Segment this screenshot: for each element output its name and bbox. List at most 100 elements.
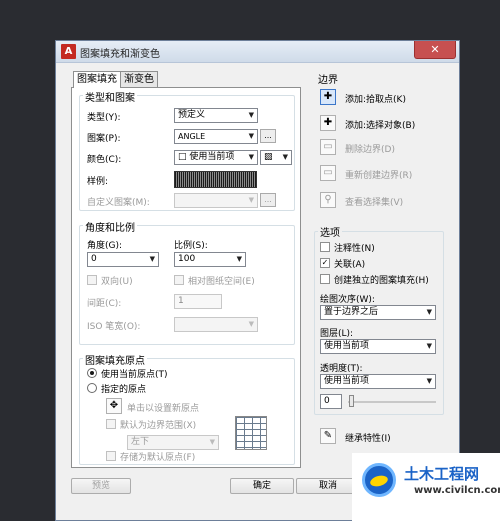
chevron-down-icon: ▼ [426,377,432,385]
add-select-objects-icon[interactable]: ✚ [320,115,336,131]
draw-order-select[interactable]: 置于边界之后 ▼ [320,305,436,320]
recreate-boundary-icon[interactable]: ▭ [320,165,336,181]
draw-order-value: 置于边界之后 [324,307,379,317]
transparency-label: 透明度(T): [320,364,363,374]
inherit-properties-label[interactable]: 继承特性(I) [345,431,391,444]
autocad-icon: A [61,44,76,59]
pattern-browse-button[interactable]: ... [260,129,276,143]
iso-pen-select[interactable]: ▼ [174,317,258,332]
layer-label: 图层(L): [320,329,354,339]
chevron-down-icon: ▼ [248,153,254,161]
relative-paper-label: 相对图纸空间(E) [188,277,255,287]
cancel-button[interactable]: 取消 [296,478,360,494]
view-selections-icon[interactable]: ⚲ [320,192,336,208]
specified-origin-label: 指定的原点 [101,385,147,395]
chevron-down-icon: ▼ [282,153,288,161]
add-pick-points-label[interactable]: 添加:拾取点(K) [345,92,406,105]
view-selections-label[interactable]: 查看选择集(V) [345,195,403,208]
add-pick-points-icon[interactable]: ✚ [320,89,336,105]
scale-label: 比例(S): [174,241,208,251]
spacing-label: 间距(C): [87,299,122,309]
chevron-down-icon: ▼ [209,438,215,446]
chevron-down-icon: ▼ [149,255,155,263]
use-current-origin-label: 使用当前原点(T) [101,370,168,380]
relative-paper-checkbox[interactable] [174,275,184,285]
scale-value: 100 [178,254,196,264]
watermark: 土木工程网 www.civilcn.com [352,453,500,521]
chevron-down-icon: ▼ [426,308,432,316]
custom-pattern-select[interactable]: ▼ [174,193,258,208]
hatch-origin-title: 图案填充原点 [83,352,147,367]
independent-hatch-label: 创建独立的图案填充(H) [334,276,429,286]
origin-position-value: 左下 [131,437,150,447]
type-value: 预定义 [178,110,206,120]
type-select[interactable]: 预定义 ▼ [174,108,258,123]
pattern-select[interactable]: ANGLE ▼ [174,129,258,144]
add-select-objects-label[interactable]: 添加:选择对象(B) [345,118,415,131]
tab-gradient[interactable]: 渐变色 [120,71,158,87]
background-color-value: ▨ [264,152,273,162]
color-value: □ 使用当前项 [178,152,235,162]
inherit-properties-icon[interactable]: ✎ [320,428,336,444]
associative-checkbox[interactable]: ✓ [320,258,330,268]
transparency-slider-track[interactable] [348,401,436,403]
type-label: 类型(Y): [87,113,121,123]
independent-hatch-checkbox[interactable] [320,274,330,284]
annotative-checkbox[interactable] [320,242,330,252]
color-label: 颜色(C): [87,155,122,165]
remove-boundaries-icon[interactable]: ▭ [320,139,336,155]
chevron-down-icon: ▼ [236,255,242,263]
origin-position-select[interactable]: 左下 ▼ [127,435,219,450]
chevron-down-icon: ▼ [248,196,254,204]
transparency-value: 使用当前项 [324,376,370,386]
tab-hatch[interactable]: 图案填充 [73,71,121,88]
double-checkbox[interactable] [87,275,97,285]
ok-button[interactable]: 确定 [230,478,294,494]
chevron-down-icon: ▼ [248,132,254,140]
default-boundary-label: 默认为边界范围(X) [120,421,197,431]
transparency-slider-thumb[interactable] [349,395,354,407]
layer-select[interactable]: 使用当前项 ▼ [320,339,436,354]
transparency-value-input[interactable]: 0 [320,394,342,409]
hatch-tab-panel: 类型和图案 类型(Y): 预定义 ▼ 图案(P): ANGLE ▼ ... 颜色(C… [71,87,301,468]
chevron-down-icon: ▼ [248,111,254,119]
angle-scale-title: 角度和比例 [83,219,137,234]
options-title: 选项 [318,224,342,239]
pattern-sample[interactable] [174,171,257,188]
sample-label: 样例: [87,177,109,187]
custom-browse-button[interactable]: ... [260,193,276,207]
origin-preview-image [235,416,267,450]
chevron-down-icon: ▼ [248,320,254,328]
remove-boundaries-label[interactable]: 删除边界(D) [345,142,395,155]
store-default-label: 存储为默认原点(F) [120,453,196,463]
iso-pen-label: ISO 笔宽(O): [87,322,141,332]
default-boundary-checkbox[interactable] [106,419,116,429]
close-button[interactable]: ✕ [414,41,456,59]
window-title: 图案填充和渐变色 [80,49,160,60]
background-color-select[interactable]: ▨ ▼ [260,150,292,165]
double-label: 双向(U) [101,277,133,287]
angle-select[interactable]: 0 ▼ [87,252,159,267]
watermark-brand: 土木工程网 [404,465,480,483]
title-bar[interactable]: A 图案填充和渐变色 ✕ [56,41,459,63]
draw-order-label: 绘图次序(W): [320,295,375,305]
use-current-origin-radio[interactable] [87,368,97,378]
layer-value: 使用当前项 [324,341,370,351]
boundary-title: 边界 [318,75,338,86]
angle-label: 角度(G): [87,241,123,251]
chevron-down-icon: ▼ [426,342,432,350]
spacing-input[interactable]: 1 [174,294,222,309]
associative-label: 关联(A) [334,260,366,270]
annotative-label: 注释性(N) [334,244,375,254]
site-logo-icon [362,463,396,497]
recreate-boundary-label[interactable]: 重新创建边界(R) [345,168,412,181]
click-set-origin-label: 单击以设置新原点 [127,404,200,414]
angle-value: 0 [91,254,97,264]
store-default-checkbox[interactable] [106,451,116,461]
pick-origin-icon[interactable]: ✥ [106,398,122,414]
specified-origin-radio[interactable] [87,383,97,393]
color-select[interactable]: □ 使用当前项 ▼ [174,150,258,165]
transparency-select[interactable]: 使用当前项 ▼ [320,374,436,389]
preview-button[interactable]: 预览 [71,478,131,494]
scale-select[interactable]: 100 ▼ [174,252,246,267]
